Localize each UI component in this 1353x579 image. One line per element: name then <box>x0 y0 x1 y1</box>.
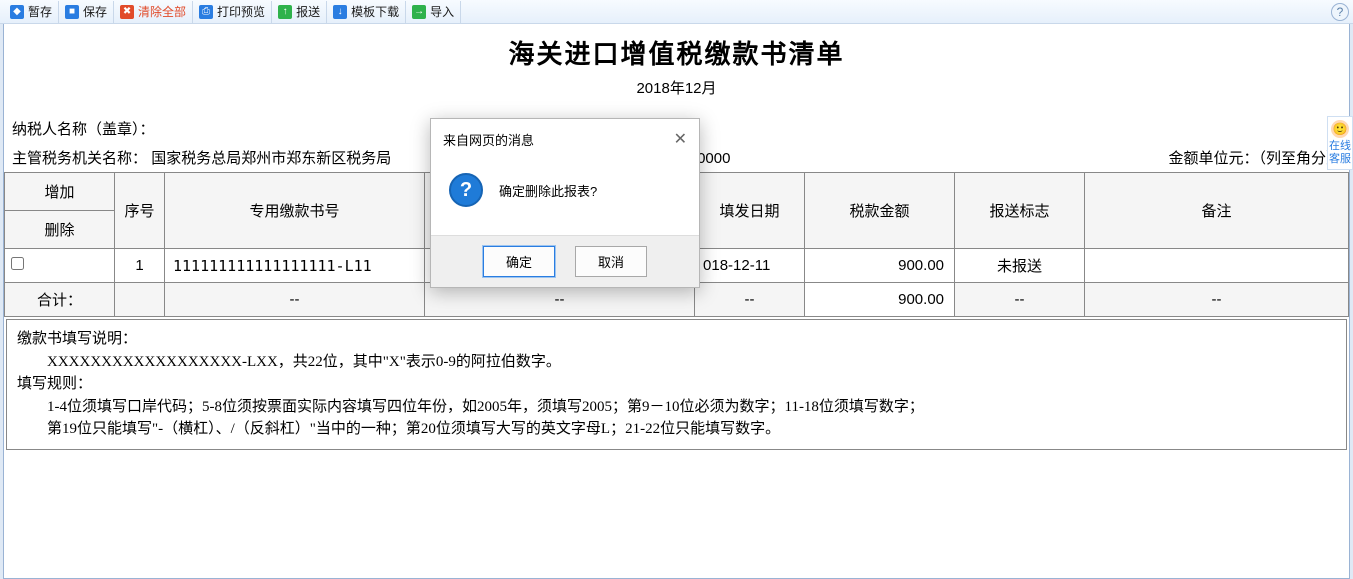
support-avatar-icon: 🙂 <box>1331 120 1349 138</box>
clear-all-button[interactable]: ✖ 清除全部 <box>114 1 193 23</box>
template-download-label: 模板下载 <box>351 3 399 20</box>
import-icon: → <box>412 5 426 19</box>
page-period: 2018年12月 <box>4 77 1349 114</box>
download-icon: ↓ <box>333 5 347 19</box>
dialog-ok-button[interactable]: 确定 <box>483 246 555 277</box>
total-dash-3: -- <box>695 283 805 317</box>
explain-rule-heading: 填写规则： <box>17 373 1336 396</box>
save-button[interactable]: ■ 保存 <box>59 1 114 23</box>
print-preview-label: 打印预览 <box>217 3 265 20</box>
support-line2: 客服 <box>1328 153 1352 166</box>
total-tax-amount: 900.00 <box>805 283 955 317</box>
help-button[interactable]: ? <box>1331 3 1349 21</box>
disk-icon: ■ <box>65 5 79 19</box>
submit-label: 报送 <box>296 3 320 20</box>
explain-line1: XXXXXXXXXXXXXXXXXX-LXX，共22位，其中"X"表示0-9的阿… <box>17 351 1336 374</box>
total-dash-4: -- <box>955 283 1085 317</box>
col-tax-amount: 税款金额 <box>805 173 955 249</box>
col-seq: 序号 <box>115 173 165 249</box>
dialog-message: 确定删除此报表? <box>499 181 597 200</box>
col-fill-date: 填发日期 <box>695 173 805 249</box>
save-icon: ◆ <box>10 5 24 19</box>
cell-tax-amount[interactable]: 900.00 <box>805 249 955 283</box>
page-body: 海关进口增值税缴款书清单 2018年12月 纳税人名称（盖章）： 主管税务机关名… <box>3 24 1350 579</box>
cell-seq: 1 <box>115 249 165 283</box>
import-button[interactable]: → 导入 <box>406 1 461 23</box>
confirm-dialog: 来自网页的消息 ✕ ? 确定删除此报表? 确定 取消 <box>430 118 700 288</box>
import-label: 导入 <box>430 3 454 20</box>
explain-rule1: 1-4位须填写口岸代码；5-8位须按票面实际内容填写四位年份，如2005年，须填… <box>17 396 1336 419</box>
authority-label: 主管税务机关名称： <box>12 150 147 167</box>
clear-icon: ✖ <box>120 5 134 19</box>
page-title: 海关进口增值税缴款书清单 <box>4 24 1349 77</box>
clear-all-label: 清除全部 <box>138 3 186 20</box>
col-cert-no: 专用缴款书号 <box>165 173 425 249</box>
cell-cert-no[interactable]: 111111111111111111-L11 <box>165 249 425 283</box>
dialog-cancel-button[interactable]: 取消 <box>575 246 647 277</box>
delete-row-button[interactable]: 删除 <box>5 211 114 248</box>
support-line1: 在线 <box>1328 140 1352 153</box>
taxpayer-label: 纳税人名称（盖章）： <box>12 121 155 138</box>
explain-heading: 缴款书填写说明： <box>17 328 1336 351</box>
upload-icon: ↑ <box>278 5 292 19</box>
explain-rule2: 第19位只能填写"-（横杠）、/（反斜杠）"当中的一种；第20位须填写大写的英文… <box>17 418 1336 441</box>
save-label: 保存 <box>83 3 107 20</box>
question-icon: ? <box>449 173 483 207</box>
dialog-title: 来自网页的消息 <box>443 130 534 149</box>
submit-button[interactable]: ↑ 报送 <box>272 1 327 23</box>
unit-label: 金额单位元：（列至角分） <box>1168 147 1341 168</box>
col-remark: 备注 <box>1085 173 1349 249</box>
total-dash-1: -- <box>165 283 425 317</box>
print-icon: ⎙ <box>199 5 213 19</box>
total-label: 合计： <box>5 283 115 317</box>
cell-fill-date[interactable]: 018-12-11 <box>695 249 805 283</box>
row-checkbox[interactable] <box>11 257 24 270</box>
print-preview-button[interactable]: ⎙ 打印预览 <box>193 1 272 23</box>
explain-box: 缴款书填写说明： XXXXXXXXXXXXXXXXXX-LXX，共22位，其中"… <box>6 319 1347 450</box>
temp-save-button[interactable]: ◆ 暂存 <box>4 1 59 23</box>
total-dash-5: -- <box>1085 283 1349 317</box>
toolbar: ◆ 暂存 ■ 保存 ✖ 清除全部 ⎙ 打印预览 ↑ 报送 ↓ 模板下载 → 导入… <box>0 0 1353 24</box>
col-submit-flag: 报送标志 <box>955 173 1085 249</box>
add-row-button[interactable]: 增加 <box>5 173 114 211</box>
authority-value: 国家税务总局郑州市郑东新区税务局 <box>151 150 391 167</box>
cell-submit-flag: 未报送 <box>955 249 1085 283</box>
temp-save-label: 暂存 <box>28 3 52 20</box>
dialog-close-button[interactable]: ✕ <box>674 129 687 149</box>
cell-remark[interactable] <box>1085 249 1349 283</box>
online-support-button[interactable]: 🙂 在线 客服 <box>1327 116 1353 170</box>
template-download-button[interactable]: ↓ 模板下载 <box>327 1 406 23</box>
